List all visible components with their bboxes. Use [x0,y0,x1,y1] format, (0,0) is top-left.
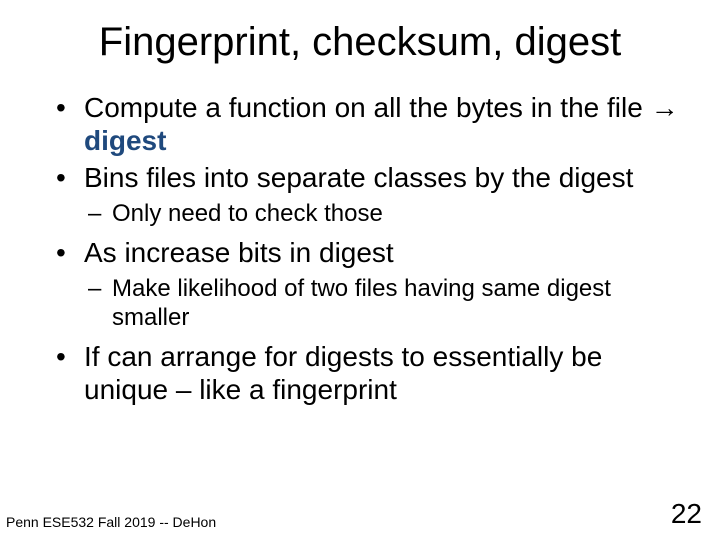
slide-title: Fingerprint, checksum, digest [0,20,720,65]
slide: Fingerprint, checksum, digest Compute a … [0,0,720,540]
sub-bullet-2-1: Only need to check those [84,200,690,228]
bullet-3-text: As increase bits in digest [84,237,394,268]
bullet-2-text: Bins files into separate classes by the … [84,162,633,193]
bullet-item-4: If can arrange for digests to essentiall… [50,340,690,406]
bullet-4-text: If can arrange for digests to essentiall… [84,341,602,405]
bullet-1-text-pre: Compute a function on all the bytes in t… [84,92,651,123]
bullet-item-1: Compute a function on all the bytes in t… [50,91,690,157]
sub-bullet-3-1-text: Make likelihood of two files having same… [112,275,611,330]
sub-bullet-list-2: Only need to check those [84,200,690,228]
page-number: 22 [671,498,702,530]
sub-bullet-2-1-text: Only need to check those [112,200,383,227]
bullet-item-2: Bins files into separate classes by the … [50,161,690,228]
bullet-item-3: As increase bits in digest Make likeliho… [50,236,690,332]
sub-bullet-list-3: Make likelihood of two files having same… [84,275,690,332]
arrow-icon: → [651,92,679,123]
bullet-1-digest-word: digest [84,125,166,156]
sub-bullet-3-1: Make likelihood of two files having same… [84,275,690,332]
footer-text: Penn ESE532 Fall 2019 -- DeHon [6,514,216,530]
bullet-list: Compute a function on all the bytes in t… [50,91,690,406]
slide-content: Compute a function on all the bytes in t… [0,91,720,406]
